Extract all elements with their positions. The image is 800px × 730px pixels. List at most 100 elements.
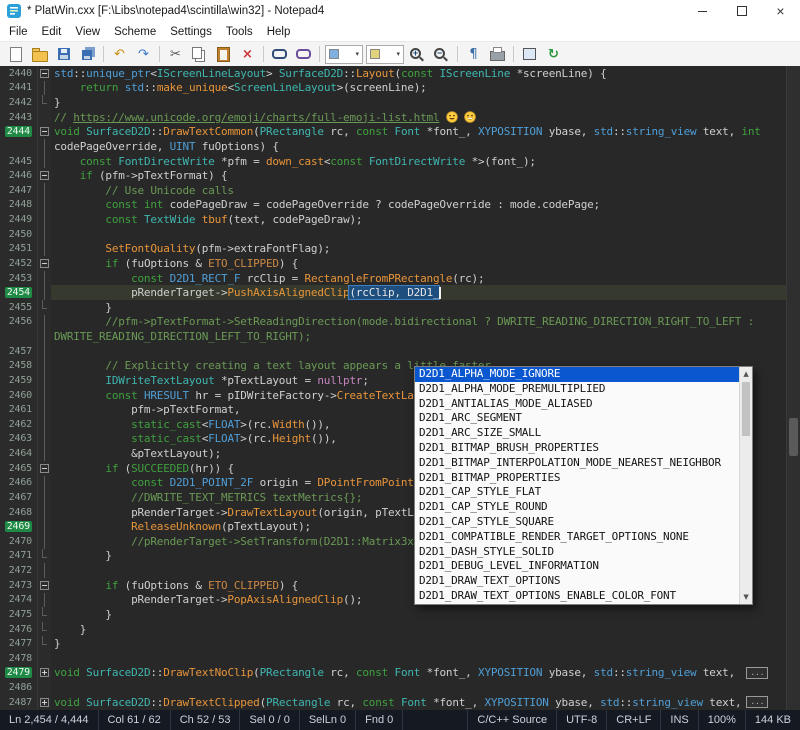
line-number-margin[interactable]: 2471 xyxy=(0,549,38,564)
fold-margin[interactable] xyxy=(38,183,51,198)
line-number-margin[interactable]: 2475 xyxy=(0,607,38,622)
fold-margin[interactable] xyxy=(38,359,51,374)
line-number-margin[interactable]: 2445 xyxy=(0,154,38,169)
line-number-margin[interactable]: 2478 xyxy=(0,651,38,666)
fold-margin[interactable] xyxy=(38,256,51,271)
autocomplete-item[interactable]: D2D1_CAP_STYLE_ROUND xyxy=(415,500,739,515)
code-line[interactable]: 2479void SurfaceD2D::DrawTextNoClip(PRec… xyxy=(0,666,786,681)
autocomplete-item[interactable]: D2D1_DASH_STYLE_SOLID xyxy=(415,545,739,560)
maximize-button[interactable] xyxy=(722,0,761,22)
fold-collapse-icon[interactable] xyxy=(40,69,49,78)
status-find-count[interactable]: Fnd 0 xyxy=(356,710,403,730)
status-line[interactable]: Ln 2,454 / 4,444 xyxy=(0,710,99,730)
line-number-margin[interactable]: 2466 xyxy=(0,476,38,491)
fold-margin[interactable] xyxy=(38,344,51,359)
code-line[interactable]: 2444void SurfaceD2D::DrawTextCommon(PRec… xyxy=(0,125,786,140)
frame-button[interactable] xyxy=(518,44,541,65)
word-wrap-button[interactable]: ¶ xyxy=(462,44,485,65)
code-line[interactable]: 2451 SetFontQuality(pfm->extraFontFlag); xyxy=(0,242,786,257)
code-line[interactable]: 2450 xyxy=(0,227,786,242)
autocomplete-item[interactable]: D2D1_CAP_STYLE_FLAT xyxy=(415,485,739,500)
code-line[interactable]: 2447 // Use Unicode calls xyxy=(0,183,786,198)
autocomplete-item[interactable]: D2D1_DRAW_TEXT_OPTIONS_ENABLE_COLOR_FONT xyxy=(415,589,739,604)
scroll-down-icon[interactable]: ▼ xyxy=(740,591,752,604)
fold-margin[interactable] xyxy=(38,81,51,96)
status-overtype-mode[interactable]: INS xyxy=(660,710,697,730)
line-number-margin[interactable]: 2453 xyxy=(0,271,38,286)
status-eol[interactable]: CR+LF xyxy=(606,710,660,730)
fold-collapse-icon[interactable] xyxy=(40,171,49,180)
redo-button[interactable]: ↷ xyxy=(132,44,155,65)
fold-margin[interactable] xyxy=(38,168,51,183)
fold-margin[interactable] xyxy=(38,578,51,593)
fold-margin[interactable] xyxy=(38,315,51,330)
code-line[interactable]: 2487void SurfaceD2D::DrawTextClipped(PRe… xyxy=(0,695,786,710)
copy-button[interactable] xyxy=(188,44,211,65)
code-line[interactable]: 2455 } xyxy=(0,300,786,315)
cut-button[interactable]: ✂ xyxy=(164,44,187,65)
popup-scrollbar[interactable]: ▲ ▼ xyxy=(739,367,752,604)
fold-margin[interactable] xyxy=(38,388,51,403)
line-number-margin[interactable] xyxy=(0,139,38,154)
line-number-margin[interactable]: 2452 xyxy=(0,256,38,271)
code-line[interactable]: 2441 return std::make_unique<ScreenLineL… xyxy=(0,81,786,96)
status-column[interactable]: Col 61 / 62 xyxy=(99,710,171,730)
code-line[interactable]: 2475 } xyxy=(0,607,786,622)
line-number-margin[interactable]: 2467 xyxy=(0,490,38,505)
fold-collapse-icon[interactable] xyxy=(40,581,49,590)
fold-margin[interactable] xyxy=(38,373,51,388)
fold-collapse-icon[interactable] xyxy=(40,464,49,473)
save-copy-button[interactable] xyxy=(76,44,99,65)
line-number-margin[interactable]: 2474 xyxy=(0,593,38,608)
line-number-margin[interactable]: 2476 xyxy=(0,622,38,637)
line-number-margin[interactable]: 2463 xyxy=(0,432,38,447)
code-line[interactable]: 2453 const D2D1_RECT_F rcClip = Rectangl… xyxy=(0,271,786,286)
fold-margin[interactable] xyxy=(38,622,51,637)
line-number-margin[interactable]: 2440 xyxy=(0,66,38,81)
fold-margin[interactable] xyxy=(38,505,51,520)
line-number-margin[interactable]: 2446 xyxy=(0,168,38,183)
fold-margin[interactable] xyxy=(38,607,51,622)
line-number-margin[interactable]: 2468 xyxy=(0,505,38,520)
line-number-margin[interactable]: 2470 xyxy=(0,534,38,549)
fold-margin[interactable] xyxy=(38,666,51,681)
fold-margin[interactable] xyxy=(38,549,51,564)
status-file-size[interactable]: 144 KB xyxy=(745,710,800,730)
fold-margin[interactable] xyxy=(38,285,51,300)
autocomplete-item[interactable]: D2D1_COMPATIBLE_RENDER_TARGET_OPTIONS_NO… xyxy=(415,530,739,545)
minimize-button[interactable] xyxy=(683,0,722,22)
code-line[interactable]: 2486 xyxy=(0,680,786,695)
fold-margin[interactable] xyxy=(38,66,51,81)
line-number-margin[interactable]: 2458 xyxy=(0,359,38,374)
code-line[interactable]: 2477} xyxy=(0,636,786,651)
code-line[interactable]: 2448 const int codePageDraw = codePageOv… xyxy=(0,198,786,213)
code-line[interactable]: 2440std::unique_ptr<IScreenLineLayout> S… xyxy=(0,66,786,81)
code-line[interactable]: 2449 const TextWide tbuf(text, codePageD… xyxy=(0,212,786,227)
fold-margin[interactable] xyxy=(38,636,51,651)
fold-margin[interactable] xyxy=(38,432,51,447)
menu-item-edit[interactable]: Edit xyxy=(35,24,69,40)
line-number-margin[interactable]: 2469 xyxy=(0,519,38,534)
status-selection-lines[interactable]: SelLn 0 xyxy=(300,710,356,730)
undo-button[interactable]: ↶ xyxy=(108,44,131,65)
fold-margin[interactable] xyxy=(38,212,51,227)
line-number-margin[interactable]: 2459 xyxy=(0,373,38,388)
save-button[interactable] xyxy=(52,44,75,65)
status-language[interactable]: C/C++ Source xyxy=(467,710,556,730)
fold-margin[interactable] xyxy=(38,680,51,695)
line-number-margin[interactable]: 2473 xyxy=(0,578,38,593)
zoom-out-button[interactable]: − xyxy=(430,44,453,65)
close-button[interactable]: × xyxy=(761,0,800,22)
code-line[interactable]: 2445 const FontDirectWrite *pfm = down_c… xyxy=(0,154,786,169)
menu-item-scheme[interactable]: Scheme xyxy=(107,24,163,40)
line-number-margin[interactable]: 2477 xyxy=(0,636,38,651)
line-number-margin[interactable]: 2460 xyxy=(0,388,38,403)
combo-scheme-dropdown[interactable]: ▾ xyxy=(325,45,363,64)
line-number-margin[interactable]: 2487 xyxy=(0,695,38,710)
fold-margin[interactable] xyxy=(38,593,51,608)
code-line[interactable]: 2443// https://www.unicode.org/emoji/cha… xyxy=(0,110,786,125)
autocomplete-item[interactable]: D2D1_ARC_SEGMENT xyxy=(415,411,739,426)
fold-margin[interactable] xyxy=(38,534,51,549)
fold-expand-icon[interactable] xyxy=(40,698,49,707)
autocomplete-item[interactable]: D2D1_CAP_STYLE_SQUARE xyxy=(415,515,739,530)
